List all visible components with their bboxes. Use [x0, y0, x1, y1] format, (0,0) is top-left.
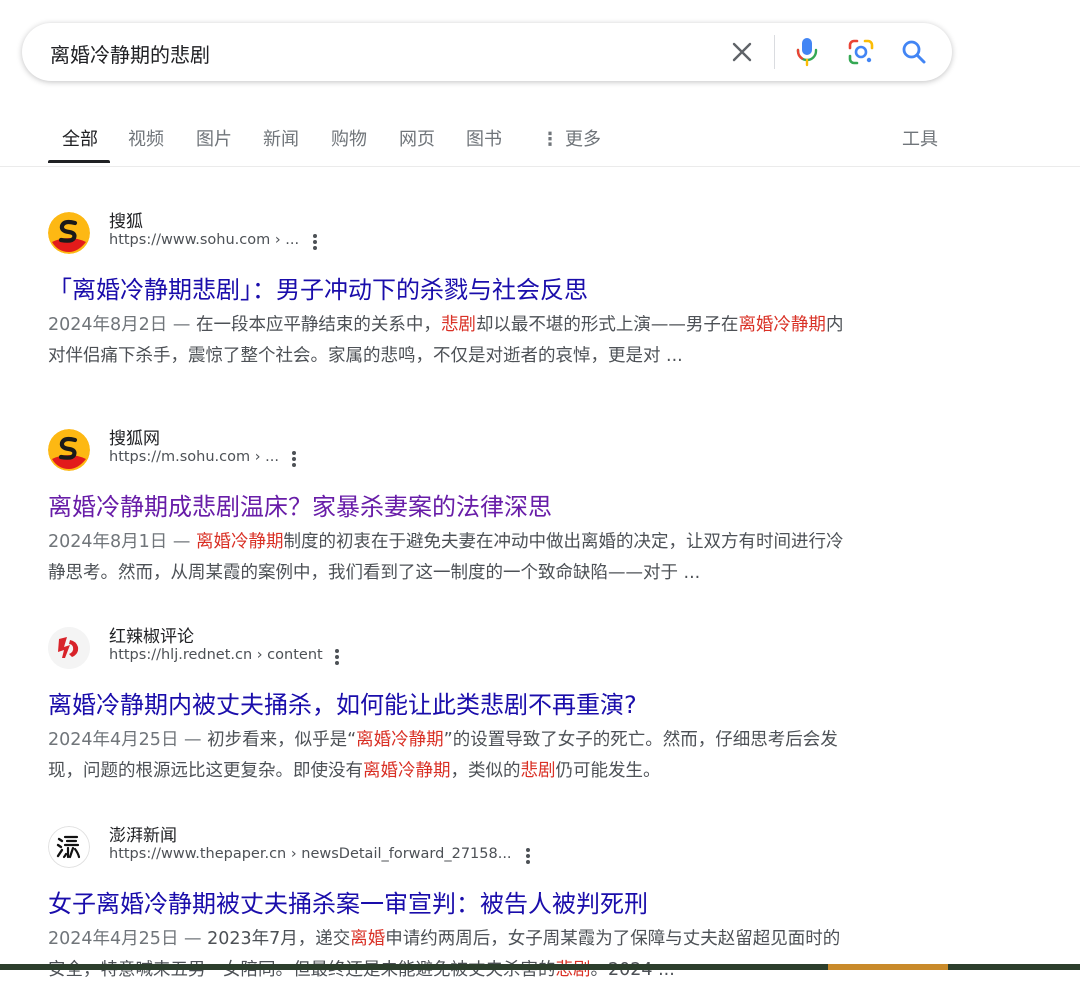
result-snippet: 2024年8月2日 — 在一段本应平静结束的关系中，悲剧却以最不堪的形式上演——… [48, 310, 848, 372]
result-url[interactable]: https://hlj.rednet.cn › content [109, 647, 323, 663]
search-bar[interactable]: 离婚冷静期的悲剧 [22, 23, 952, 81]
result-site-name: 澎湃新闻 [109, 826, 177, 846]
snippet-text: 仍可能发生。 [555, 761, 661, 781]
result-date: 2024年8月1日 — [48, 532, 191, 552]
result-date: 2024年4月25日 — [48, 929, 202, 949]
result-url[interactable]: https://m.sohu.com › ... [109, 449, 279, 465]
result-title[interactable]: 女子离婚冷静期被丈夫捅杀案一审宣判：被告人被判死刑 [48, 884, 648, 919]
clear-icon[interactable] [726, 36, 758, 68]
search-tabs: 全部 视频 图片 新闻 购物 网页 图书 ⋮ 更多 工具 [0, 112, 1080, 167]
result-site-name: 搜狐网 [109, 429, 160, 449]
tab-all[interactable]: 全部 [62, 125, 98, 151]
snippet-highlight: 离婚冷静期 [356, 730, 444, 750]
tab-more[interactable]: ⋮ 更多 [541, 125, 601, 151]
more-vert-icon: ⋮ [541, 129, 559, 150]
search-result: 红辣椒评论 https://hlj.rednet.cn › content 离婚… [48, 621, 848, 781]
result-site-name: 红辣椒评论 [109, 627, 194, 647]
result-title[interactable]: 「离婚冷静期悲剧」：男子冲动下的杀戮与社会反思 [48, 270, 588, 305]
search-icon[interactable] [898, 36, 930, 68]
tab-tools[interactable]: 工具 [902, 125, 938, 151]
tab-more-label: 更多 [565, 129, 601, 150]
search-input[interactable]: 离婚冷静期的悲剧 [50, 39, 210, 68]
snippet-text: 在一段本应平静结束的关系中， [190, 315, 441, 335]
snippet-highlight: 离婚冷静期 [363, 761, 451, 781]
result-snippet: 2024年4月25日 — 2023年7月，递交离婚申请约两周后，女子周某霞为了保… [48, 924, 848, 986]
snippet-text: 2023年7月，递交 [201, 929, 351, 949]
snippet-highlight: 离婚 [350, 929, 386, 949]
result-title[interactable]: 离婚冷静期内被丈夫捅杀，如何能让此类悲剧不再重演? [48, 685, 637, 720]
search-result: 澎湃新闻 https://www.thepaper.cn › newsDetai… [48, 820, 848, 980]
tab-images[interactable]: 图片 [196, 125, 232, 151]
snippet-text: ，类似的 [450, 761, 521, 781]
more-options-icon[interactable] [310, 232, 320, 252]
result-snippet: 2024年8月1日 — 离婚冷静期制度的初衷在于避免夫妻在冲动中做出离婚的决定，… [48, 527, 848, 589]
rednet-logo-icon [48, 627, 90, 669]
bottom-strip [0, 964, 1080, 970]
snippet-text: 初步看来，似乎是“ [201, 730, 357, 750]
result-snippet: 2024年4月25日 — 初步看来，似乎是“离婚冷静期”的设置导致了女子的死亡。… [48, 725, 848, 787]
more-options-icon[interactable] [289, 449, 299, 469]
thepaper-logo-icon [48, 826, 90, 868]
tab-videos[interactable]: 视频 [128, 125, 164, 151]
result-date: 2024年8月2日 — [48, 315, 191, 335]
microphone-icon[interactable] [791, 36, 823, 68]
more-options-icon[interactable] [523, 846, 533, 866]
snippet-text: 。2024 ... [590, 960, 675, 980]
snippet-highlight: 悲剧 [555, 960, 591, 980]
snippet-highlight: 悲剧 [440, 315, 476, 335]
snippet-highlight: 离婚冷静期 [195, 532, 284, 552]
sohu-logo-icon [48, 212, 90, 254]
result-url[interactable]: https://www.sohu.com › ... [109, 232, 299, 248]
result-date: 2024年4月25日 — [48, 730, 202, 750]
result-site-name: 搜狐 [109, 212, 143, 232]
snippet-highlight: 离婚冷静期 [738, 315, 826, 335]
google-lens-icon[interactable] [845, 36, 877, 68]
search-result: 搜狐网 https://m.sohu.com › ... 离婚冷静期成悲剧温床？… [48, 423, 848, 583]
tab-web[interactable]: 网页 [399, 125, 435, 151]
search-result: 搜狐 https://www.sohu.com › ... 「离婚冷静期悲剧」：… [48, 206, 848, 366]
result-url[interactable]: https://www.thepaper.cn › newsDetail_for… [109, 846, 512, 862]
snippet-text: 却以最不堪的形式上演——男子在 [475, 315, 739, 335]
tab-shopping[interactable]: 购物 [331, 125, 367, 151]
tab-books[interactable]: 图书 [466, 125, 502, 151]
tab-news[interactable]: 新闻 [263, 125, 299, 151]
search-divider [774, 35, 775, 69]
result-title[interactable]: 离婚冷静期成悲剧温床？家暴杀妻案的法律深思 [48, 487, 552, 522]
active-tab-indicator [48, 160, 110, 163]
snippet-highlight: 悲剧 [520, 761, 556, 781]
more-options-icon[interactable] [332, 647, 342, 667]
sohu-logo-icon [48, 429, 90, 471]
